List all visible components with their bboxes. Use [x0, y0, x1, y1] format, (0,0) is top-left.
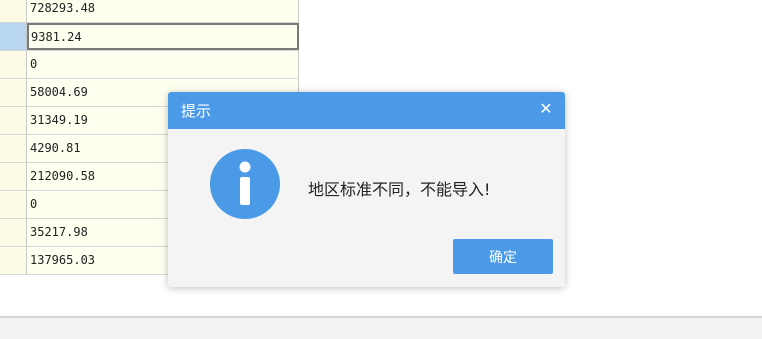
dialog-message: 地区标准不同，不能导入! [308, 180, 491, 199]
dialog-header[interactable]: 提示 ✕ [168, 92, 565, 129]
row-handle[interactable] [0, 247, 27, 274]
info-icon [210, 149, 280, 219]
row-handle[interactable] [0, 79, 27, 106]
table-cell-active[interactable]: 9381.24 [27, 23, 299, 50]
row-handle[interactable] [0, 107, 27, 134]
close-icon[interactable]: ✕ [537, 100, 555, 118]
table-row[interactable]: 0 [0, 51, 299, 79]
row-handle[interactable] [0, 163, 27, 190]
table-cell[interactable]: 728293.48 [27, 0, 299, 22]
status-bar [0, 316, 762, 339]
row-handle[interactable] [0, 135, 27, 162]
dialog-title: 提示 [181, 102, 212, 120]
row-handle[interactable] [0, 23, 27, 50]
ok-button[interactable]: 确定 [453, 239, 553, 274]
row-handle[interactable] [0, 219, 27, 246]
row-handle[interactable] [0, 0, 27, 22]
alert-dialog: 提示 ✕ 地区标准不同，不能导入! 确定 [168, 92, 565, 287]
table-cell[interactable]: 0 [27, 51, 299, 78]
table-row[interactable]: 9381.24 [0, 23, 299, 51]
table-row[interactable]: 728293.48 [0, 0, 299, 23]
row-handle[interactable] [0, 51, 27, 78]
row-handle[interactable] [0, 191, 27, 218]
